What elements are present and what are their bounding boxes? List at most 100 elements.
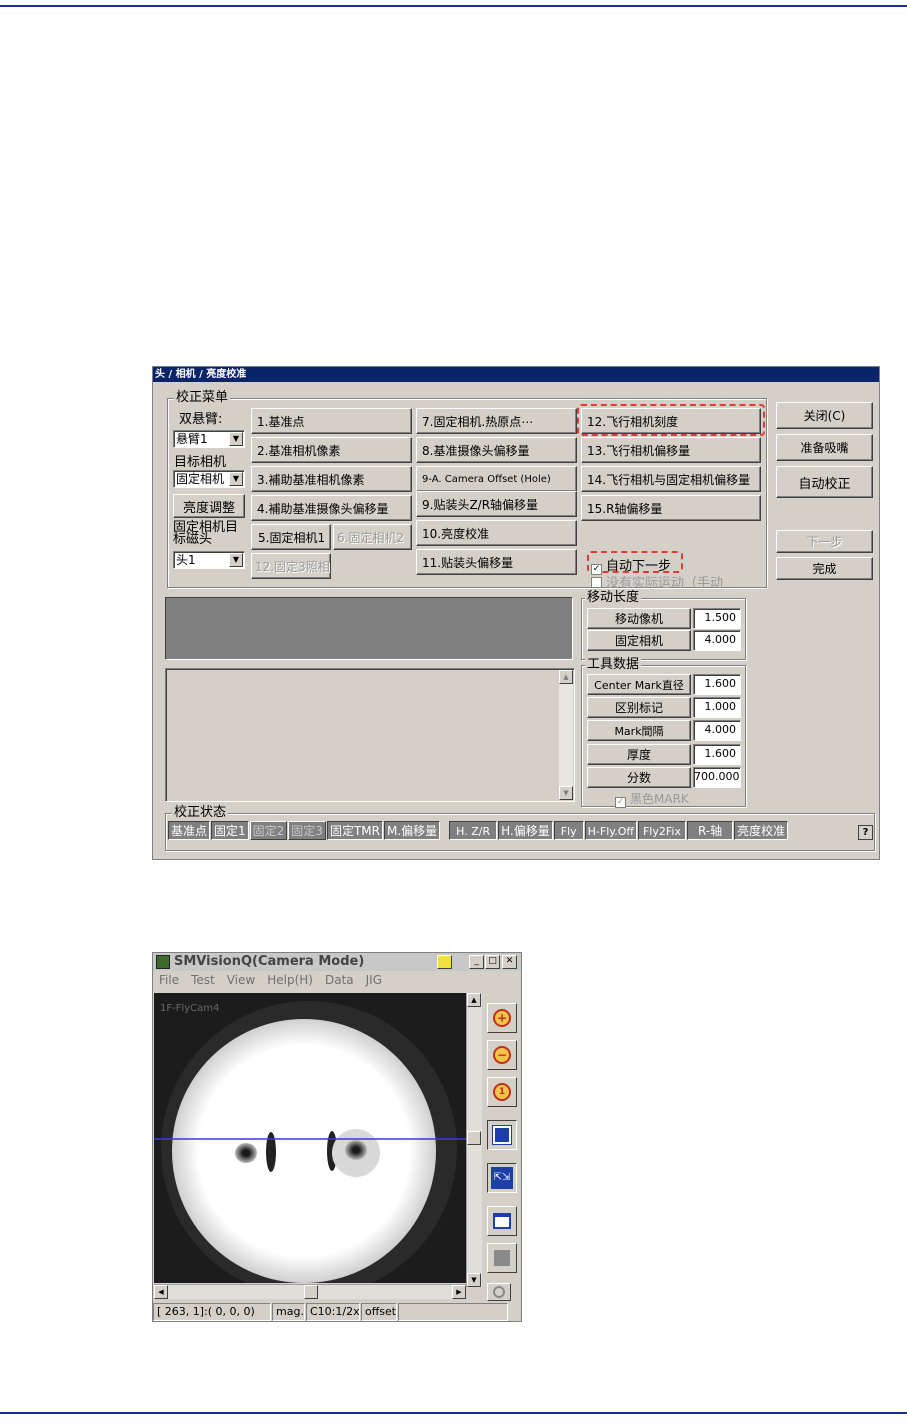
scroll-down-icon[interactable]: ▼ [559, 786, 573, 800]
calibration-status-strip: 基准点 固定1 固定2 固定3 固定TMR M.偏移量 H. Z/R H.偏移量… [168, 821, 789, 840]
mag-label: mag. [272, 1303, 305, 1321]
maximize-icon[interactable]: □ [485, 955, 500, 969]
mark-interval-label: Mark間隔 [587, 720, 691, 741]
calibration-status-label: 校正状态 [172, 805, 229, 821]
status-blank [398, 1303, 508, 1321]
calib-button-12-fixed-camera-3[interactable]: 12.固定3照相 [251, 553, 331, 579]
vision-window: SMVisionQ(Camera Mode) _ □ ✕ File Test V… [152, 952, 522, 1322]
pin-icon[interactable] [437, 955, 452, 969]
distinguish-mark-label: 区别标记 [587, 697, 691, 718]
fixed-camera-length-label: 固定相机 [587, 630, 691, 651]
camera-label: 1F-FlyCam4 [160, 1003, 220, 1014]
menu-jig[interactable]: JIG [360, 971, 388, 990]
target-head-select[interactable]: 头1 ▼ [173, 551, 245, 569]
page-top-rule [0, 5, 907, 7]
stop-button[interactable] [487, 1243, 517, 1273]
status-item: 固定1 [211, 821, 249, 840]
menu-test[interactable]: Test [185, 971, 221, 990]
calib-button-8-reference-camera-offset[interactable]: 8.基准摄像头偏移量 [416, 437, 577, 463]
fixed-camera-length-value[interactable]: 4.000 [693, 630, 741, 651]
calib-button-11-head-offset[interactable]: 11.贴装头偏移量 [416, 549, 577, 575]
help-button[interactable]: ? [858, 825, 873, 840]
next-step-button[interactable]: 下一步 [776, 530, 873, 553]
vision-status-bar: [ 263, 1]:( 0, 0, 0) mag. C10:1/2x offse… [153, 1303, 508, 1321]
dual-arm-select[interactable]: 悬臂1 ▼ [173, 430, 245, 448]
scroll-left-icon[interactable]: ◀ [154, 1285, 168, 1299]
cursor-readout: [ 263, 1]:( 0, 0, 0) [153, 1303, 271, 1321]
calib-button-7-fixed-camera-heat-origin[interactable]: 7.固定相机.热原点⋯ [416, 408, 577, 434]
calib-button-6-fixed-camera-2[interactable]: 6.固定相机2 [333, 524, 412, 550]
move-camera-value[interactable]: 1.500 [693, 608, 741, 629]
zoom-in-button[interactable]: + [487, 1003, 517, 1033]
finish-button[interactable]: 完成 [776, 557, 873, 580]
scroll-down-icon[interactable]: ▼ [467, 1273, 481, 1287]
camera-image [154, 1001, 470, 1283]
close-button[interactable]: 关闭(C) [776, 402, 873, 429]
black-mark-checkbox[interactable]: ✓ 黑色MARK [615, 790, 689, 808]
close-icon[interactable]: ✕ [502, 955, 517, 969]
zoom-reset-button[interactable]: 1 [487, 1077, 517, 1107]
calib-button-1-reference-point[interactable]: 1.基准点 [251, 408, 412, 434]
dual-arm-value: 悬臂1 [176, 432, 208, 446]
status-item: M.偏移量 [383, 821, 441, 840]
calib-button-9a-camera-offset-hole[interactable]: 9-A. Camera Offset (Hole) [416, 466, 577, 492]
menu-data[interactable]: Data [319, 971, 360, 990]
calib-button-9-head-zr-offset[interactable]: 9.贴装头Z/R轴偏移量 [416, 491, 577, 517]
settings-button[interactable] [487, 1283, 511, 1301]
menu-help[interactable]: Help(H) [261, 971, 319, 990]
scroll-thumb[interactable] [467, 1131, 481, 1145]
calib-button-4-aux-camera-offset[interactable]: 4.補助基准摄像头偏移量 [251, 495, 412, 521]
brightness-adjust-button[interactable]: 亮度调整 [173, 494, 245, 518]
fit-window-button[interactable] [487, 1120, 517, 1150]
zoom-out-button[interactable]: − [487, 1040, 517, 1070]
thickness-value[interactable]: 1.600 [693, 744, 741, 765]
move-length-label: 移动长度 [585, 590, 642, 606]
dialog-title: 头 / 相机 / 亮度校准 [153, 367, 879, 382]
log-scrollbar[interactable]: ▲ ▼ [559, 670, 573, 800]
menu-view[interactable]: View [221, 971, 261, 990]
scroll-up-icon[interactable]: ▲ [467, 993, 481, 1007]
score-value[interactable]: 700.000 [693, 767, 741, 788]
mark-interval-value[interactable]: 4.000 [693, 720, 741, 741]
expand-view-button[interactable]: ⇱⇲ [487, 1163, 517, 1193]
center-mark-diameter-value[interactable]: 1.600 [693, 674, 741, 695]
target-camera-select[interactable]: 固定相机 ▼ [173, 470, 245, 488]
camera-view[interactable]: 1F-FlyCam4 [154, 993, 470, 1283]
calib-button-3-aux-reference-pixel[interactable]: 3.補助基准相机像素 [251, 466, 412, 492]
calib-button-5-fixed-camera-1[interactable]: 5.固定相机1 [251, 524, 331, 550]
status-item: Fly [553, 821, 584, 840]
scroll-thumb[interactable] [304, 1285, 318, 1299]
zoom-level: C10:1/2x [306, 1303, 360, 1321]
score-label: 分数 [587, 767, 691, 788]
window-view-button[interactable] [487, 1206, 517, 1236]
highlight-fly-camera-scale [577, 404, 765, 436]
move-camera-label: 移动像机 [587, 608, 691, 629]
fixed-camera-target-head-label: 固定相机目标磁头 [173, 520, 239, 547]
distinguish-mark-value[interactable]: 1.000 [693, 697, 741, 718]
vision-vertical-scrollbar[interactable]: ▲ ▼ [466, 993, 482, 1287]
calib-button-13-fly-camera-offset[interactable]: 13.飞行相机偏移量 [581, 437, 761, 463]
menu-file[interactable]: File [153, 971, 185, 990]
minimize-icon[interactable]: _ [469, 955, 484, 969]
vision-horizontal-scrollbar[interactable]: ◀ ▶ [154, 1284, 466, 1299]
dropdown-arrow-icon[interactable]: ▼ [229, 432, 243, 446]
calibration-menu-label: 校正菜单 [174, 390, 231, 406]
calib-button-2-reference-camera-pixel[interactable]: 2.基准相机像素 [251, 437, 412, 463]
zoom-in-icon: + [493, 1009, 511, 1027]
fit-window-icon [492, 1125, 512, 1145]
prepare-nozzle-button[interactable]: 准备吸嘴 [776, 434, 873, 461]
status-item: Fly2Fix [637, 821, 686, 840]
status-item: R-轴 [686, 821, 734, 840]
app-icon [156, 955, 170, 969]
calib-button-14-fly-fixed-camera-offset[interactable]: 14.飞行相机与固定相机偏移量 [581, 466, 761, 492]
calib-button-10-brightness-calibration[interactable]: 10.亮度校准 [416, 520, 577, 546]
scroll-up-icon[interactable]: ▲ [559, 670, 573, 684]
calib-button-15-r-axis-offset[interactable]: 15.R轴偏移量 [581, 495, 761, 521]
dropdown-arrow-icon[interactable]: ▼ [229, 553, 243, 567]
status-item: H. Z/R [449, 821, 498, 840]
status-item: 固定3 [288, 821, 326, 840]
auto-calibrate-button[interactable]: 自动校正 [776, 466, 873, 498]
dropdown-arrow-icon[interactable]: ▼ [229, 472, 243, 486]
no-real-motion-checkbox[interactable]: 没有实际运动（手动 [591, 572, 723, 591]
scroll-right-icon[interactable]: ▶ [452, 1285, 466, 1299]
